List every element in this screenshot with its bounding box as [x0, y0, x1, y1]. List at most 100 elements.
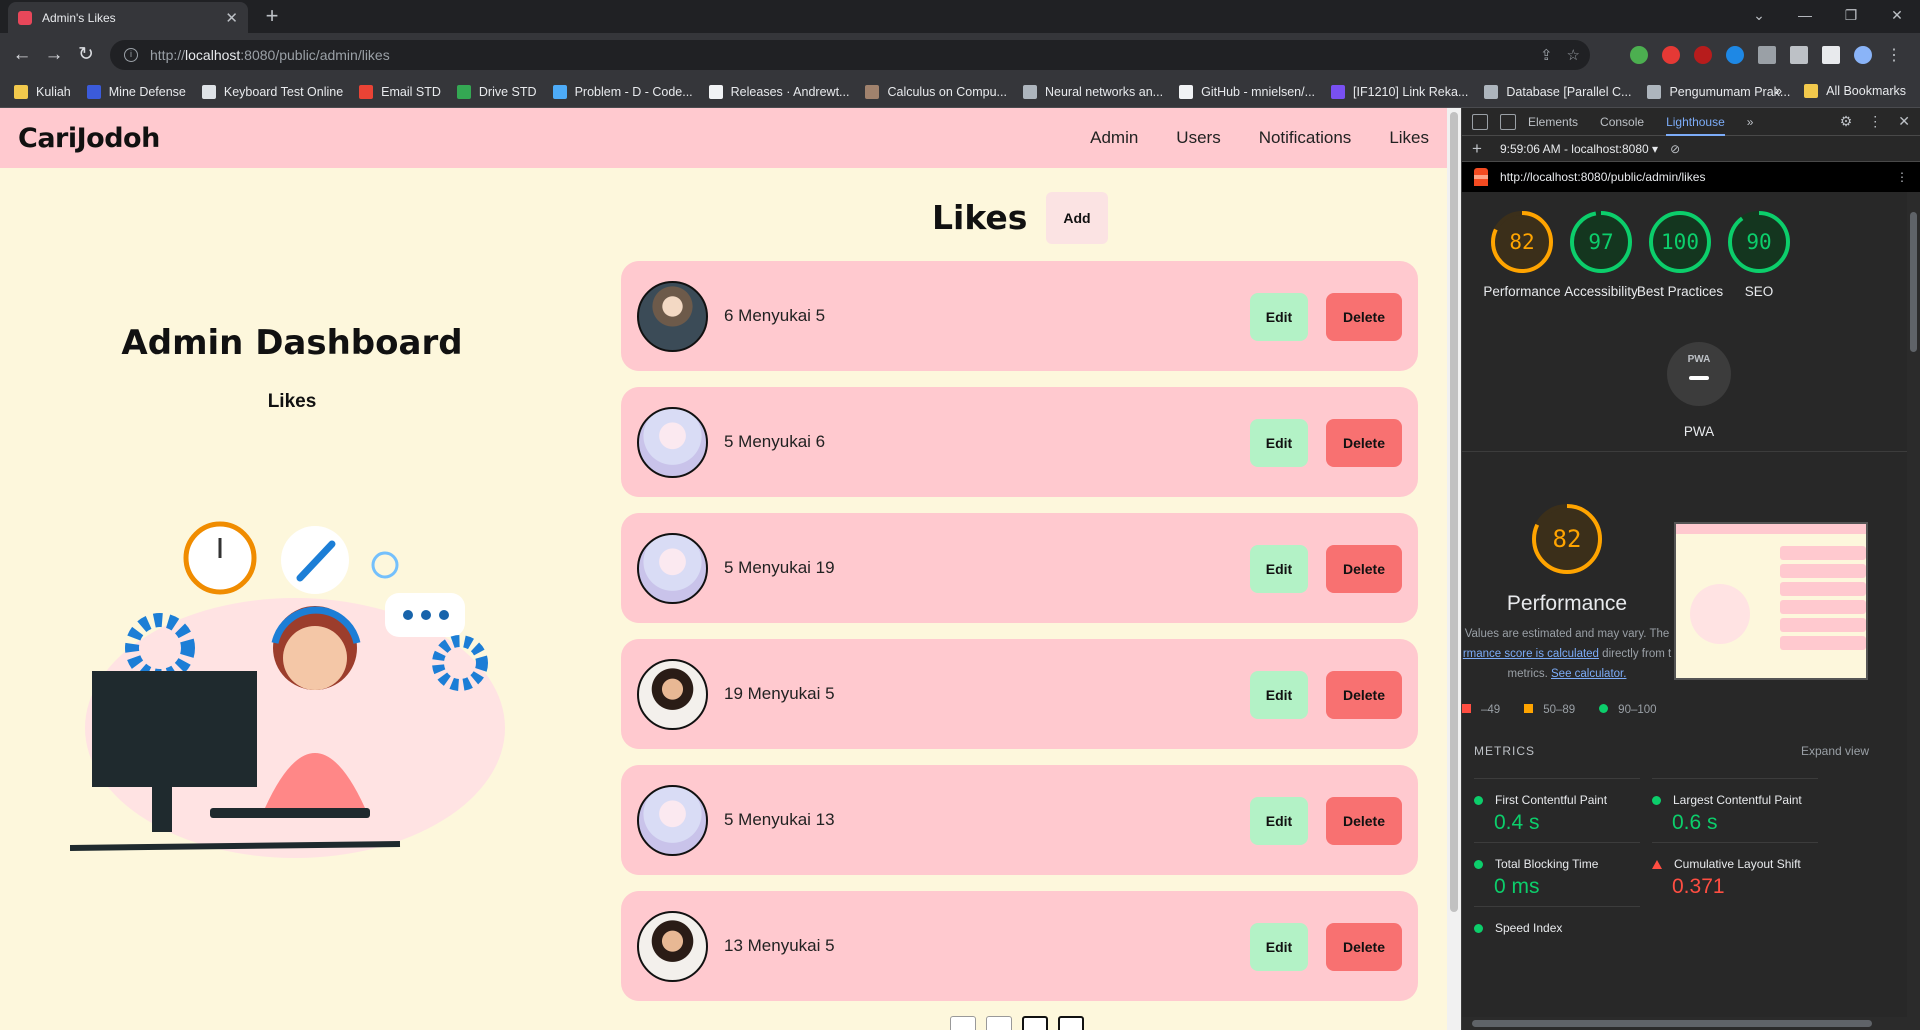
- clear-icon[interactable]: ⊘: [1670, 142, 1680, 156]
- expand-view-link[interactable]: Expand view: [1801, 744, 1869, 758]
- nav-link-notifications[interactable]: Notifications: [1259, 128, 1352, 148]
- ublock-icon[interactable]: [1694, 46, 1712, 64]
- like-card: 13 Menyukai 5 Edit Delete: [621, 891, 1418, 1001]
- nav-link-admin[interactable]: Admin: [1090, 128, 1138, 148]
- bookmark-item[interactable]: Database [Parallel C...: [1484, 85, 1631, 99]
- delete-button[interactable]: Delete: [1326, 419, 1402, 467]
- bookmark-item[interactable]: Keyboard Test Online: [201, 85, 343, 99]
- devtools-horizontal-scrollbar[interactable]: [1462, 1017, 1920, 1030]
- add-like-button[interactable]: Add: [1046, 192, 1108, 244]
- url-prefix: http://: [150, 47, 186, 63]
- bookmark-item[interactable]: Calculus on Compu...: [865, 85, 1007, 99]
- page-scrollbar[interactable]: [1447, 108, 1461, 1030]
- brand-logo[interactable]: CariJodoh: [18, 123, 160, 154]
- inspect-icon[interactable]: [1472, 113, 1488, 130]
- bookmark-item[interactable]: GitHub - mnielsen/...: [1179, 85, 1315, 99]
- tab-search-icon[interactable]: ⌄: [1736, 7, 1782, 24]
- gauge-label: SEO: [1744, 284, 1774, 299]
- bookmark-item[interactable]: Email STD: [359, 85, 441, 99]
- devtools-panel: Elements Console Lighthouse » ⚙ ⋮ ✕ + 9:…: [1461, 108, 1920, 1030]
- more-bookmarks-icon[interactable]: »: [1775, 84, 1782, 98]
- bookmark-item[interactable]: [IF1210] Link Reka...: [1331, 85, 1468, 99]
- extension-icon[interactable]: [1726, 46, 1744, 64]
- bookmark-favicon-icon: [865, 85, 880, 99]
- site-info-icon[interactable]: i: [124, 48, 138, 62]
- reload-icon[interactable]: ↻: [72, 41, 100, 69]
- url-path: :8080/public/admin/likes: [240, 47, 390, 63]
- page-button[interactable]: [1058, 1016, 1084, 1030]
- bookmark-label: Mine Defense: [108, 85, 186, 99]
- new-tab-button[interactable]: +: [260, 4, 284, 28]
- tab-lighthouse[interactable]: Lighthouse: [1666, 115, 1725, 136]
- tab-elements[interactable]: Elements: [1528, 115, 1578, 129]
- metric-item: First Contentful Paint 0.4 s: [1474, 778, 1640, 835]
- warning-triangle-icon: [1652, 859, 1662, 869]
- delete-button[interactable]: Delete: [1326, 797, 1402, 845]
- share-icon[interactable]: ⇪: [1540, 46, 1553, 64]
- edit-button[interactable]: Edit: [1250, 797, 1308, 845]
- bookmark-item[interactable]: Drive STD: [456, 85, 537, 99]
- device-toolbar-icon[interactable]: [1500, 113, 1516, 130]
- pass-dot-icon: [1474, 859, 1483, 869]
- page-button[interactable]: [986, 1016, 1012, 1030]
- forward-icon[interactable]: →: [40, 41, 68, 69]
- back-icon[interactable]: ←: [8, 41, 36, 69]
- side-panel-icon[interactable]: [1822, 46, 1840, 64]
- new-report-icon[interactable]: +: [1472, 139, 1482, 159]
- edit-button[interactable]: Edit: [1250, 545, 1308, 593]
- bookmark-item[interactable]: Pengumumam Prak...: [1647, 85, 1790, 99]
- bookmark-item[interactable]: Neural networks an...: [1022, 85, 1163, 99]
- edit-button[interactable]: Edit: [1250, 419, 1308, 467]
- metric-name: First Contentful Paint: [1495, 793, 1608, 807]
- menu-icon[interactable]: ⋮: [1886, 45, 1902, 65]
- navbar: CariJodoh Admin Users Notifications Like…: [0, 108, 1447, 168]
- devtools-scrollbar[interactable]: [1907, 192, 1920, 1030]
- report-menu-icon[interactable]: ⋮: [1896, 170, 1908, 184]
- edit-button[interactable]: Edit: [1250, 293, 1308, 341]
- more-tabs-icon[interactable]: »: [1747, 115, 1754, 129]
- tab-console[interactable]: Console: [1600, 115, 1644, 129]
- score-calculated-link[interactable]: rmance score is calculated: [1463, 648, 1599, 660]
- delete-button[interactable]: Delete: [1326, 545, 1402, 593]
- bookmark-star-icon[interactable]: ☆: [1567, 46, 1580, 64]
- delete-button[interactable]: Delete: [1326, 671, 1402, 719]
- metric-value: 0 ms: [1494, 875, 1540, 898]
- bookmark-label: Database [Parallel C...: [1506, 85, 1632, 99]
- bookmark-item[interactable]: Problem - D - Code...: [552, 85, 693, 99]
- minimize-button[interactable]: —: [1782, 7, 1828, 23]
- puzzle-icon[interactable]: [1790, 46, 1808, 64]
- close-window-button[interactable]: ✕: [1874, 7, 1920, 24]
- see-calculator-link[interactable]: See calculator.: [1551, 668, 1626, 680]
- edit-button[interactable]: Edit: [1250, 671, 1308, 719]
- page-button[interactable]: [950, 1016, 976, 1030]
- delete-button[interactable]: Delete: [1326, 923, 1402, 971]
- address-bar[interactable]: i http://localhost:8080/public/admin/lik…: [110, 40, 1590, 70]
- bookmark-item[interactable]: Mine Defense: [86, 85, 186, 99]
- close-devtools-icon[interactable]: ✕: [1898, 113, 1910, 130]
- restore-button[interactable]: ❐: [1828, 7, 1874, 24]
- edit-button[interactable]: Edit: [1250, 923, 1308, 971]
- window-controls: ⌄ — ❐ ✕: [1736, 0, 1920, 30]
- pwa-gauge[interactable]: PWA PWA: [1651, 342, 1747, 439]
- folder-icon[interactable]: [1758, 46, 1776, 64]
- profile-avatar[interactable]: [1854, 46, 1872, 64]
- bookmark-favicon-icon: [1484, 85, 1499, 99]
- all-bookmarks-link[interactable]: All Bookmarks: [1826, 84, 1906, 98]
- page-button-active[interactable]: [1022, 1016, 1048, 1030]
- like-text: 6 Menyukai 5: [724, 306, 826, 325]
- browser-tab[interactable]: Admin's Likes ✕: [8, 2, 248, 33]
- nav-link-users[interactable]: Users: [1176, 128, 1220, 148]
- bookmark-item[interactable]: Releases · Andrewt...: [708, 85, 849, 99]
- extension-icon[interactable]: [1662, 46, 1680, 64]
- devtools-menu-icon[interactable]: ⋮: [1868, 113, 1882, 130]
- screen: Admin's Likes ✕ + ⌄ — ❐ ✕ ← → ↻ i http:/…: [0, 0, 1920, 1030]
- close-tab-icon[interactable]: ✕: [225, 9, 238, 27]
- extension-icon[interactable]: [1630, 46, 1648, 64]
- lighthouse-icon: [1474, 168, 1488, 186]
- delete-button[interactable]: Delete: [1326, 293, 1402, 341]
- bookmark-item[interactable]: Kuliah: [14, 85, 71, 99]
- settings-gear-icon[interactable]: ⚙: [1840, 113, 1853, 130]
- score-gauge[interactable]: 90 SEO: [1711, 210, 1807, 301]
- report-selector[interactable]: 9:59:06 AM - localhost:8080 ▾: [1500, 142, 1658, 156]
- nav-link-likes[interactable]: Likes: [1389, 128, 1429, 148]
